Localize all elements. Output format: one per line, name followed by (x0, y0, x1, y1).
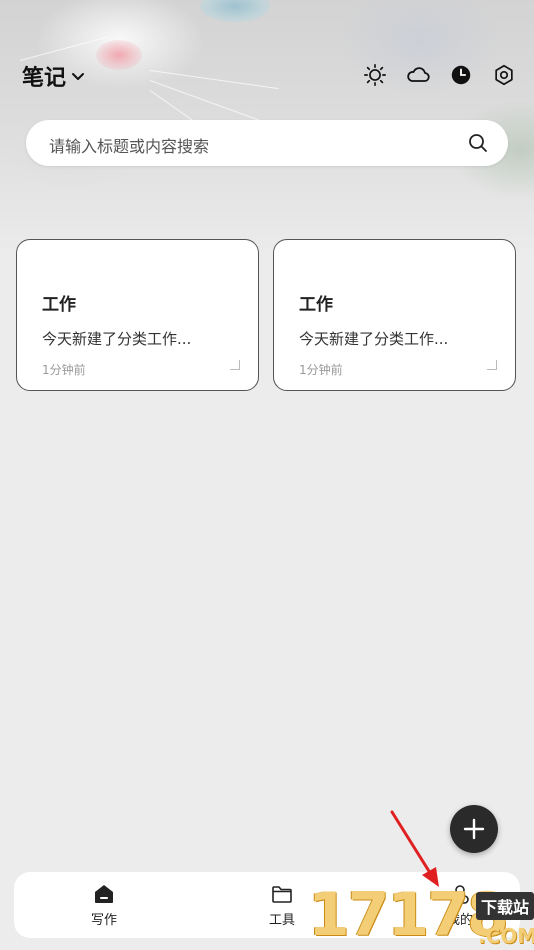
note-card[interactable]: 工作 今天新建了分类工作... 1分钟前 (16, 239, 259, 391)
plus-icon (463, 818, 485, 840)
site-watermark: 17178 下载站 .COM (308, 880, 534, 950)
corner-fold-icon (487, 360, 497, 370)
search-icon[interactable] (468, 133, 488, 153)
add-note-button[interactable] (450, 805, 498, 853)
page-title: 笔记 (22, 66, 67, 91)
note-timestamp: 1分钟前 (42, 363, 86, 377)
watermark-suffix: .COM (478, 924, 534, 948)
note-card[interactable]: 工作 今天新建了分类工作... 1分钟前 (273, 239, 516, 391)
search-bar[interactable]: 请输入标题或内容搜索 (26, 120, 508, 166)
top-bar: 笔记 (0, 56, 534, 96)
cloud-icon (407, 67, 430, 82)
sun-icon (364, 64, 386, 86)
note-timestamp: 1分钟前 (299, 363, 343, 377)
note-snippet: 今天新建了分类工作... (42, 330, 192, 348)
history-button[interactable] (448, 62, 474, 88)
theme-button[interactable] (362, 62, 388, 88)
search-input[interactable]: 请输入标题或内容搜索 (49, 133, 209, 157)
folder-icon (272, 886, 292, 903)
corner-fold-icon (230, 360, 240, 370)
nav-write[interactable]: 写作 (64, 882, 144, 934)
watermark-badge: 下载站 (476, 892, 534, 920)
cloud-sync-button[interactable] (405, 62, 431, 88)
settings-button[interactable] (491, 62, 517, 88)
chevron-down-icon (72, 73, 85, 80)
home-icon (95, 885, 113, 903)
note-title: 工作 (299, 295, 333, 315)
background-eye (200, 0, 270, 22)
notebook-selector[interactable]: 笔记 (22, 60, 86, 92)
nav-write-label: 写作 (90, 913, 117, 928)
note-snippet: 今天新建了分类工作... (299, 330, 449, 348)
clock-icon (451, 65, 471, 85)
note-title: 工作 (42, 295, 76, 315)
settings-icon (495, 64, 513, 86)
